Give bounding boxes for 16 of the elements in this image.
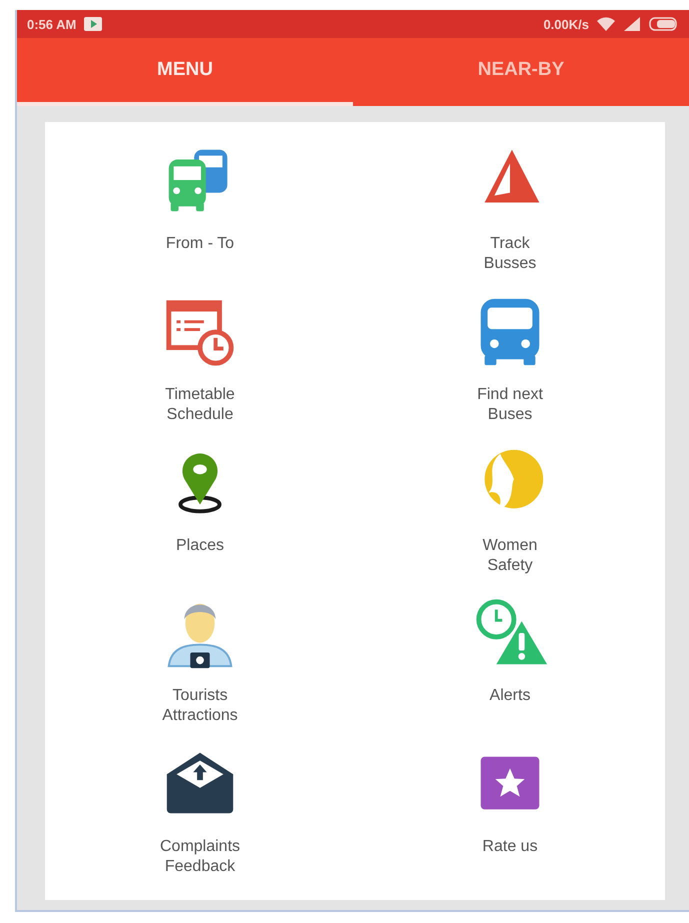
network-speed: 0.00K/s bbox=[543, 16, 589, 32]
wifi-icon bbox=[597, 17, 615, 31]
menu-item[interactable]: Rate us bbox=[355, 739, 665, 890]
menu-item[interactable]: Timetable Schedule bbox=[45, 286, 355, 438]
status-time: 0:56 AM bbox=[27, 16, 76, 32]
signal-icon bbox=[623, 17, 641, 31]
menu-item[interactable]: Places bbox=[45, 438, 355, 588]
menu-item[interactable]: Tourists Attractions bbox=[45, 588, 355, 740]
menu-item[interactable]: Women Safety bbox=[355, 438, 665, 588]
battery-icon bbox=[649, 17, 679, 31]
menu-item[interactable]: Find next Buses bbox=[355, 286, 665, 438]
menu-item[interactable]: Track Busses bbox=[355, 136, 665, 287]
menu-item[interactable]: Alerts bbox=[355, 588, 665, 740]
menu-item[interactable]: From - To bbox=[45, 136, 355, 287]
menu-item[interactable]: Complaints Feedback bbox=[45, 739, 355, 890]
app-notification-icon bbox=[84, 17, 102, 31]
